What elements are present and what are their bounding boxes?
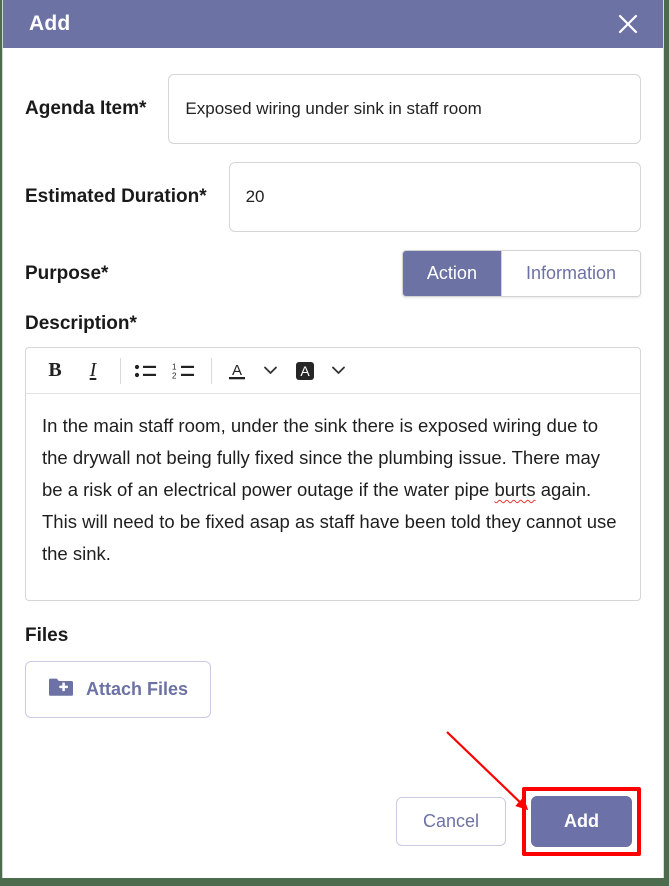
purpose-toggle-group: Action Information (401, 250, 641, 297)
add-button[interactable]: Add (531, 796, 632, 847)
text-color-chevron-down-icon[interactable] (260, 358, 280, 384)
agenda-item-input[interactable] (168, 74, 641, 144)
italic-button[interactable]: I (78, 356, 108, 386)
estimated-duration-row: Estimated Duration* (25, 162, 641, 232)
dialog-title: Add (29, 12, 71, 35)
agenda-item-label: Agenda Item* (25, 98, 147, 119)
text-color-icon[interactable]: A (222, 356, 252, 386)
description-editor: B I 1 2 A A In the main staff room, unde… (25, 347, 641, 601)
purpose-label: Purpose* (25, 262, 109, 284)
page-inner: Add Agenda Item* Estimated Duratio (2, 0, 664, 878)
cancel-button[interactable]: Cancel (395, 797, 506, 846)
toolbar-divider (120, 357, 121, 384)
purpose-option-action[interactable]: Action (402, 251, 501, 296)
dialog-header: Add (3, 0, 663, 48)
folder-plus-icon (48, 676, 74, 703)
toolbar-divider (211, 357, 212, 384)
bullet-list-icon[interactable] (131, 356, 161, 386)
svg-text:2: 2 (172, 371, 177, 380)
estimated-duration-input[interactable] (228, 162, 641, 232)
add-agenda-item-dialog: Add Agenda Item* Estimated Duratio (3, 0, 663, 878)
svg-text:1: 1 (172, 362, 177, 371)
svg-text:A: A (232, 362, 242, 379)
attach-files-label: Attach Files (86, 679, 189, 699)
misspelled-word: burts (494, 479, 536, 500)
agenda-item-row: Agenda Item* (25, 74, 641, 144)
page-frame: Add Agenda Item* Estimated Duratio (0, 0, 669, 886)
files-label: Files (25, 625, 69, 646)
estimated-duration-label: Estimated Duration* (25, 186, 207, 207)
purpose-row: Purpose* Action Information (25, 250, 641, 297)
highlight-color-chevron-down-icon[interactable] (328, 358, 348, 384)
description-label: Description* (25, 313, 137, 334)
dialog-footer: Cancel Add (395, 787, 641, 856)
numbered-list-icon[interactable]: 1 2 (169, 356, 199, 386)
attach-files-button[interactable]: Attach Files (25, 661, 212, 718)
description-textarea[interactable]: In the main staff room, under the sink t… (26, 394, 640, 600)
purpose-option-information[interactable]: Information (500, 251, 640, 296)
highlight-color-icon[interactable]: A (290, 356, 320, 386)
bold-button[interactable]: B (40, 356, 70, 386)
editor-toolbar: B I 1 2 A A (26, 348, 640, 394)
close-icon[interactable] (613, 9, 643, 39)
svg-text:A: A (300, 363, 310, 379)
add-button-annotation-box: Add (522, 787, 641, 856)
dialog-body: Agenda Item* Estimated Duration* Purpose… (3, 48, 663, 718)
